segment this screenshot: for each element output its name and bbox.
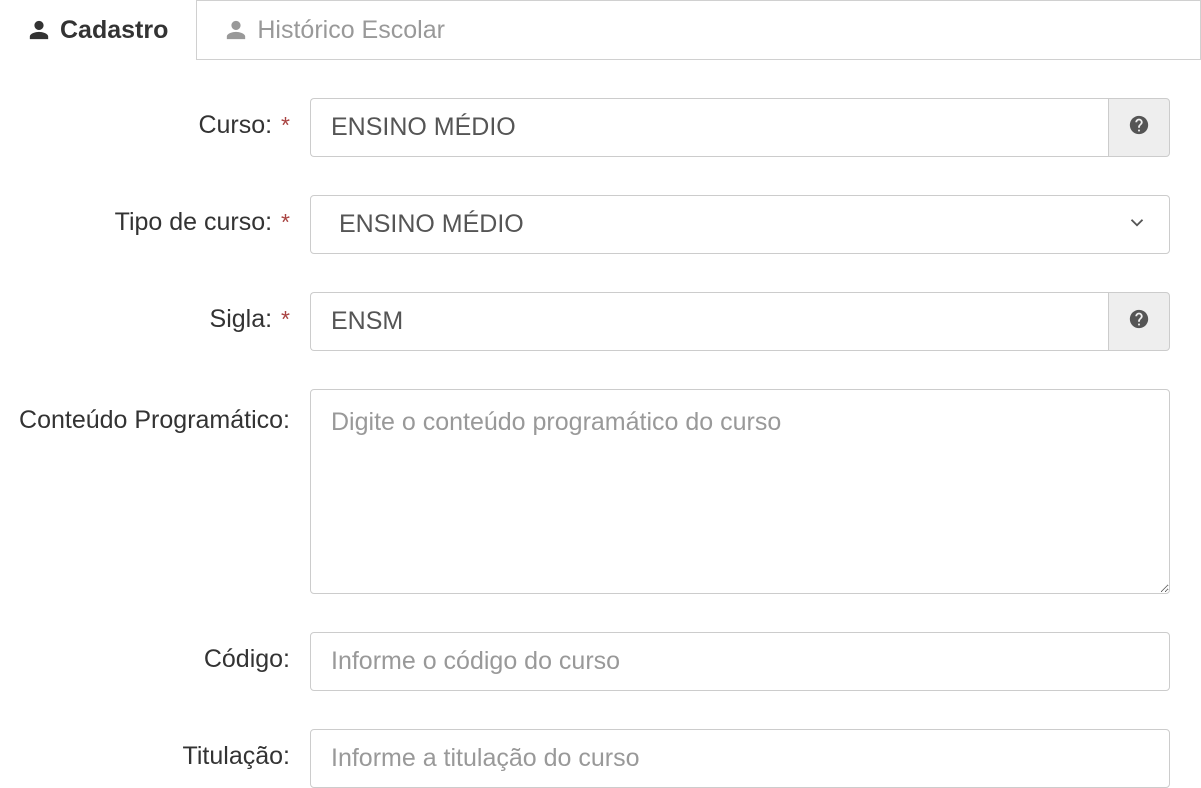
row-curso: Curso: * xyxy=(0,98,1201,157)
tipo-curso-select[interactable]: ENSINO MÉDIO xyxy=(310,195,1170,254)
required-marker: * xyxy=(281,306,290,332)
label-conteudo: Conteúdo Programático: xyxy=(0,389,310,438)
tab-cadastro-label: Cadastro xyxy=(60,16,168,45)
row-tipo-curso: Tipo de curso: * ENSINO MÉDIO xyxy=(0,195,1201,254)
tab-historico-label: Histórico Escolar xyxy=(257,16,445,45)
tabs-bar: Cadastro Histórico Escolar xyxy=(0,0,1201,60)
row-conteudo: Conteúdo Programático: xyxy=(0,389,1201,594)
curso-help-button[interactable] xyxy=(1108,98,1170,157)
label-curso: Curso: * xyxy=(0,98,310,143)
form-cadastro: Curso: * Tipo de curso: * xyxy=(0,60,1201,788)
conteudo-textarea[interactable] xyxy=(310,389,1170,594)
label-sigla: Sigla: * xyxy=(0,292,310,337)
help-icon xyxy=(1128,114,1150,141)
label-tipo-curso: Tipo de curso: * xyxy=(0,195,310,240)
user-icon xyxy=(28,19,50,41)
user-icon xyxy=(225,19,247,41)
required-marker: * xyxy=(281,209,290,235)
row-titulacao: Titulação: xyxy=(0,729,1201,788)
help-icon xyxy=(1128,308,1150,335)
curso-input[interactable] xyxy=(310,98,1108,157)
tab-historico[interactable]: Histórico Escolar xyxy=(196,0,1201,60)
row-sigla: Sigla: * xyxy=(0,292,1201,351)
required-marker: * xyxy=(281,112,290,138)
tab-cadastro[interactable]: Cadastro xyxy=(0,0,196,60)
sigla-input[interactable] xyxy=(310,292,1108,351)
codigo-input[interactable] xyxy=(310,632,1170,691)
titulacao-input[interactable] xyxy=(310,729,1170,788)
label-codigo: Código: xyxy=(0,632,310,677)
label-titulacao: Titulação: xyxy=(0,729,310,774)
sigla-help-button[interactable] xyxy=(1108,292,1170,351)
row-codigo: Código: xyxy=(0,632,1201,691)
